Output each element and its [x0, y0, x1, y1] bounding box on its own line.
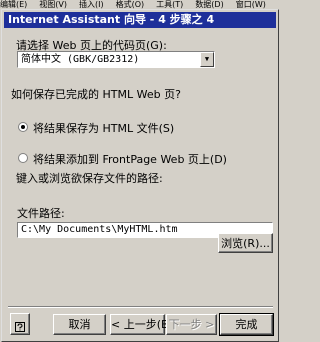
- menu-item-tools[interactable]: 工具(T): [156, 0, 183, 9]
- wizard-dialog: Internet Assistant 向导 - 4 步骤之 4 请选择 Web …: [1, 9, 279, 342]
- menu-item-insert[interactable]: 插入(I): [79, 0, 104, 9]
- menu-bar: 编辑(E) 视图(V) 插入(I) 格式(O) 工具(T) 数据(D) 窗口(W): [0, 0, 280, 9]
- dialog-title[interactable]: Internet Assistant 向导 - 4 步骤之 4: [4, 12, 276, 28]
- menu-item-data[interactable]: 数据(D): [195, 0, 223, 9]
- option-save-html-label[interactable]: 将结果保存为 HTML 文件(S): [33, 120, 174, 136]
- radio-save-html[interactable]: [18, 122, 28, 132]
- menu-item-edit[interactable]: 编辑(E): [0, 0, 27, 9]
- path-label: 文件路径:: [17, 207, 65, 220]
- menu-item-window[interactable]: 窗口(W): [236, 0, 266, 9]
- menu-item-format[interactable]: 格式(O): [116, 0, 145, 9]
- help-button[interactable]: [10, 313, 30, 335]
- option-add-frontpage-label[interactable]: 将结果添加到 FrontPage Web 页上(D): [33, 151, 227, 167]
- next-button[interactable]: 下一步 >: [166, 314, 217, 335]
- browse-button[interactable]: 浏览(R)...: [218, 233, 273, 253]
- divider: [8, 306, 273, 308]
- chevron-down-icon[interactable]: ▼: [200, 52, 214, 67]
- codepage-selected-value: 简体中文 (GBK/GB2312): [21, 54, 140, 65]
- path-prompt-label: 键入或浏览欲保存文件的路径:: [16, 172, 163, 185]
- menu-item-view[interactable]: 视图(V): [39, 0, 67, 9]
- help-icon: [15, 319, 25, 332]
- back-button[interactable]: < 上一步(B): [110, 314, 173, 335]
- radio-add-frontpage[interactable]: [18, 153, 28, 163]
- save-question-label: 如何保存已完成的 HTML Web 页?: [11, 88, 181, 101]
- cancel-button[interactable]: 取消: [53, 314, 106, 335]
- finish-button[interactable]: 完成: [219, 313, 274, 336]
- codepage-select[interactable]: 简体中文 (GBK/GB2312) ▼: [17, 51, 215, 68]
